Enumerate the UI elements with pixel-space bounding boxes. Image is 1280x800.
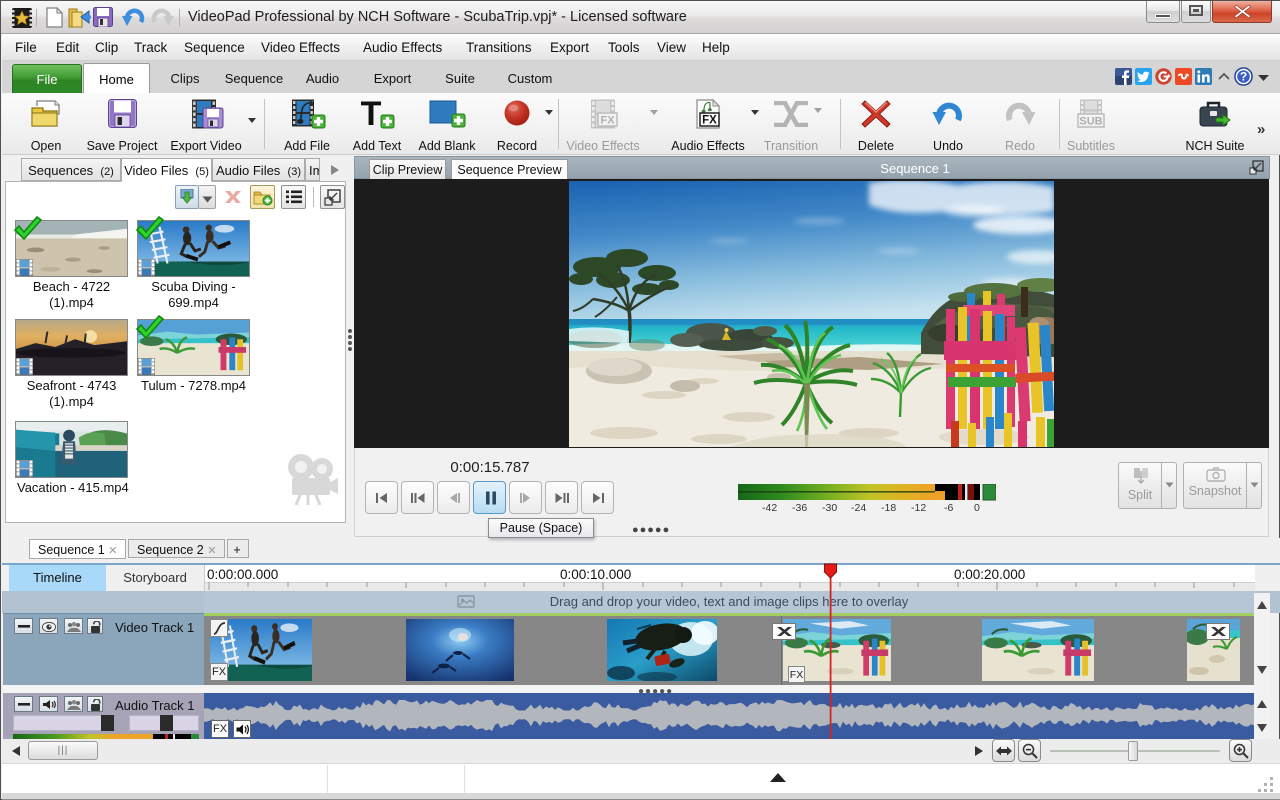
svg-text:FX: FX [702, 115, 717, 127]
svg-text:T: T [361, 99, 382, 129]
svg-text:FX: FX [600, 115, 615, 127]
svg-text:?: ? [1240, 70, 1247, 84]
svg-text:SUB: SUB [1079, 116, 1102, 128]
